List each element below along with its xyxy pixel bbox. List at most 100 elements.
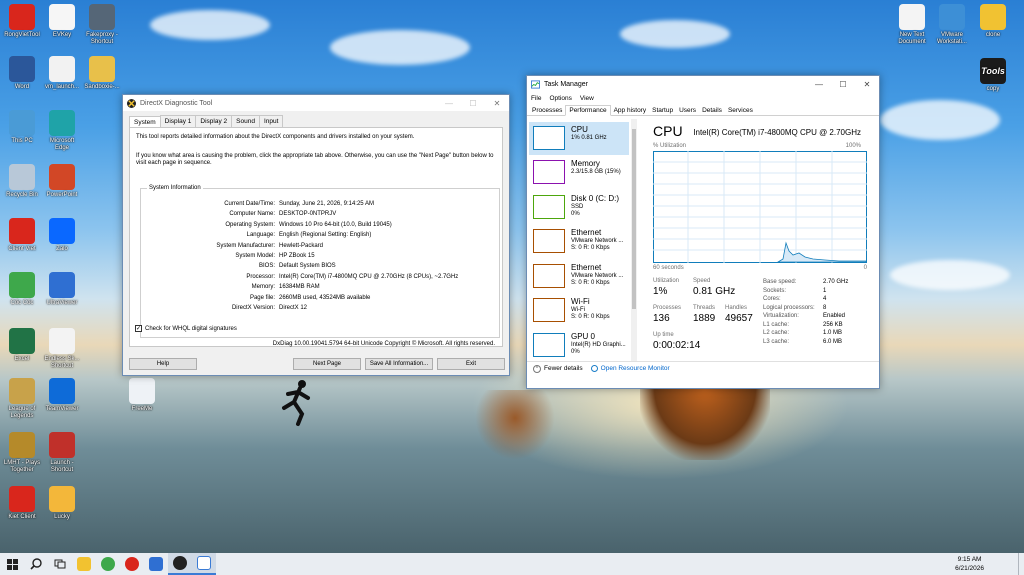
desktop-icon-launch-shortcut[interactable]: Launch - Shortcut	[42, 432, 82, 474]
desktop-icon-lucky[interactable]: Lucky	[42, 486, 82, 521]
taskbar-app-blue[interactable]	[144, 553, 168, 575]
desktop-icon-endless-sk-shortcut[interactable]: Endless Sk... Shortcut	[42, 328, 82, 370]
scrollbar-thumb[interactable]	[632, 129, 636, 309]
tab-app-history[interactable]: App history	[611, 106, 650, 115]
spec-key: Virtualization:	[763, 313, 799, 319]
start-button[interactable]	[0, 553, 24, 575]
taskbar-app-red[interactable]	[120, 553, 144, 575]
desktop-icon-sandboxie[interactable]: Sandboxie-...	[82, 56, 122, 91]
desktop-icon-vm-launch[interactable]: vm_launch...	[42, 56, 82, 91]
info-row: BIOS: Default System BIOS	[141, 263, 499, 270]
desktop-icon-recycle-bin[interactable]: Recycle Bin	[2, 164, 42, 199]
taskmgr-titlebar[interactable]: Task Manager — ☐ ✕	[527, 76, 879, 92]
minimize-button[interactable]: —	[807, 76, 831, 92]
help-button[interactable]: Help	[129, 358, 197, 370]
tab-details[interactable]: Details	[699, 106, 725, 115]
taskbar-coccoc[interactable]	[96, 553, 120, 575]
desktop-icon-copy[interactable]: Tools copy	[973, 58, 1013, 93]
resource-item-gpu-0[interactable]: GPU 0 Intel(R) HD Graphi... 0%	[529, 329, 629, 362]
mini-graph	[533, 229, 565, 253]
save-all-button[interactable]: Save All Information...	[365, 358, 433, 370]
close-button[interactable]: ✕	[485, 95, 509, 111]
resource-item-disk-0-c-d[interactable]: Disk 0 (C: D:) SSD 0%	[529, 191, 629, 224]
tab-display-2[interactable]: Display 2	[195, 115, 233, 127]
search-button[interactable]	[24, 553, 48, 575]
info-row: Memory: 16384MB RAM	[141, 284, 499, 291]
taskbar: 9:15 AM 6/21/2026	[0, 553, 1024, 575]
next-page-button[interactable]: Next Page	[293, 358, 361, 370]
checkbox-check-icon[interactable]: ✓	[135, 325, 142, 332]
tab-input[interactable]: Input	[258, 115, 284, 127]
resource-item-ethernet[interactable]: Ethernet VMware Network ... S: 0 R: 0 Kbps	[529, 260, 629, 293]
fewer-details-link[interactable]: Fewer details	[544, 365, 583, 372]
tab-performance[interactable]: Performance	[565, 105, 611, 116]
desktop-icon-this-pc[interactable]: This PC	[2, 110, 42, 145]
desktop-icon-kiet-client[interactable]: Kiet Client	[2, 486, 42, 521]
kiet-client-icon	[9, 486, 35, 512]
desktop-icon-fakeproxy-shortcut[interactable]: Fakeproxy - Shortcut	[82, 4, 122, 46]
desktop-icon-client-viet[interactable]: Client Viet	[2, 218, 42, 253]
tab-users[interactable]: Users	[676, 106, 699, 115]
tab-sound[interactable]: Sound	[231, 115, 260, 127]
desktop-icon-ultraviewer[interactable]: UltraViewer	[42, 272, 82, 307]
desktop-icon-vmware-workstati[interactable]: VMware Workstati...	[932, 4, 972, 46]
open-resource-monitor-link[interactable]: Open Resource Monitor	[601, 365, 670, 372]
exit-button[interactable]: Exit	[437, 358, 505, 370]
info-row: Operating System: Windows 10 Pro 64-bit (…	[141, 222, 499, 229]
taskbar-task-manager[interactable]	[192, 553, 216, 575]
cloud	[150, 10, 270, 40]
maximize-button[interactable]: ☐	[461, 95, 485, 111]
resource-list-scrollbar[interactable]	[631, 119, 637, 363]
tab-services[interactable]: Services	[725, 106, 756, 115]
desktop-icon-freeme[interactable]: FreeMe	[122, 378, 162, 413]
resource-item-wi-fi[interactable]: Wi-Fi Wi-Fi S: 0 R: 0 Kbps	[529, 294, 629, 327]
show-desktop-button[interactable]	[1018, 553, 1024, 575]
desktop-icon-new-text-document[interactable]: New Text Document	[892, 4, 932, 46]
tab-startup[interactable]: Startup	[649, 106, 676, 115]
handles-label: Handles	[725, 305, 748, 311]
desktop-icon-word[interactable]: Word	[2, 56, 42, 91]
desktop-icon-c-c-c-c[interactable]: Cốc Cốc	[2, 272, 42, 307]
desktop-icon-league-of-legends[interactable]: League of Legends	[2, 378, 42, 420]
spec-value: 8	[823, 304, 827, 311]
task-view-button[interactable]	[48, 553, 72, 575]
info-value: DESKTOP-0NTPRJV	[279, 211, 337, 218]
maximize-button[interactable]: ☐	[831, 76, 855, 92]
taskbar-file-explorer[interactable]	[72, 553, 96, 575]
clock-time: 9:15 AM	[957, 556, 982, 563]
desktop-icon-evkey[interactable]: EVKey	[42, 4, 82, 39]
directx-titlebar[interactable]: DirectX Diagnostic Tool — ☐ ✕	[123, 95, 509, 111]
desktop-icon-powerpoint[interactable]: PowerPoint	[42, 164, 82, 199]
desktop-icon-lmht-plays-together[interactable]: LMHT - Plays Together	[2, 432, 42, 474]
menu-file[interactable]: File	[531, 95, 541, 102]
resource-detail: VMware Network ...	[571, 238, 624, 244]
desktop-icon-rongviettool[interactable]: RongVietTool	[2, 4, 42, 39]
whql-checkbox[interactable]: ✓ Check for WHQL digital signatures	[135, 325, 237, 332]
desktop-icon-teamviewer[interactable]: TeamViewer	[42, 378, 82, 413]
system-information-group: System Information Current Date/Time: Sun…	[140, 185, 500, 338]
menu-view[interactable]: View	[580, 95, 594, 102]
ultraviewer-icon	[49, 272, 75, 298]
close-button[interactable]: ✕	[855, 76, 879, 92]
desktop-icon-label: TeamViewer	[45, 406, 79, 412]
directx-window: DirectX Diagnostic Tool — ☐ ✕ System Disp…	[122, 94, 510, 376]
vmware-workstati-icon	[939, 4, 965, 30]
resource-item-memory[interactable]: Memory 2.3/15.8 GB (15%)	[529, 156, 629, 189]
desktop-icon-microsoft-edge[interactable]: Microsoft Edge	[42, 110, 82, 152]
minimize-button[interactable]: —	[437, 95, 461, 111]
desktop-icon-zalo[interactable]: Zalo	[42, 218, 82, 253]
menu-options[interactable]: Options	[549, 95, 571, 102]
desktop-icon-clone[interactable]: clone	[973, 4, 1013, 39]
desktop-icon-excel[interactable]: Excel	[2, 328, 42, 363]
resource-item-cpu[interactable]: CPU 1% 0.81 GHz	[529, 122, 629, 155]
tab-processes[interactable]: Processes	[529, 106, 565, 115]
tab-display-1[interactable]: Display 1	[159, 115, 197, 127]
clock[interactable]: 9:15 AM 6/21/2026	[955, 555, 984, 573]
resource-item-ethernet[interactable]: Ethernet VMware Network ... S: 0 R: 0 Kbps	[529, 225, 629, 258]
uptime-value: 0:00:02:14	[653, 340, 701, 351]
spec-value: 6.0 MB	[823, 338, 843, 345]
chevron-up-icon[interactable]: ⌃	[533, 364, 541, 373]
taskbar-directx[interactable]	[168, 553, 192, 575]
app-icon	[149, 557, 163, 571]
spec-row: Logical processors: 8	[763, 304, 871, 313]
